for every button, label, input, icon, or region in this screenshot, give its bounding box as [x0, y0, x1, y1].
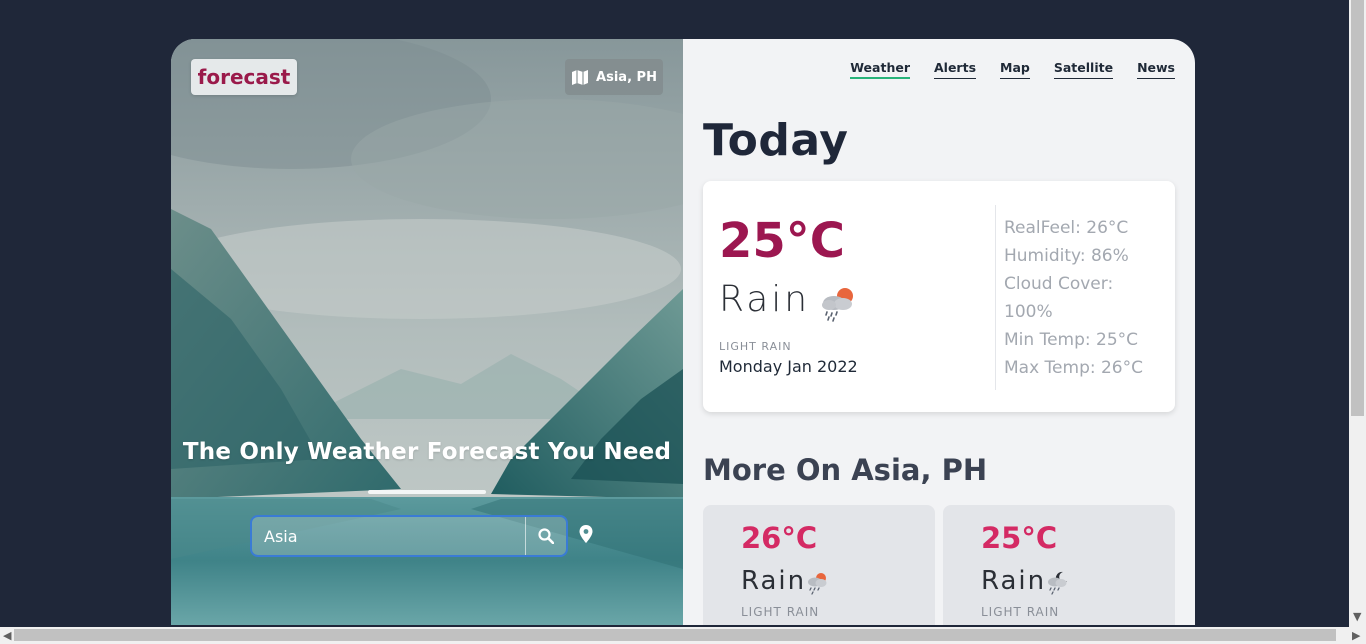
- forecast-condition: Rain: [981, 566, 1047, 596]
- scroll-down-arrow-icon[interactable]: ▼: [1353, 610, 1361, 623]
- nav-satellite[interactable]: Satellite: [1053, 60, 1114, 79]
- search-input[interactable]: [252, 517, 525, 555]
- forecast-temperature: 26°C: [741, 521, 818, 555]
- stat-min-temp: Min Temp: 25°C: [1004, 330, 1139, 350]
- vertical-scrollbar-thumb[interactable]: [1351, 0, 1364, 416]
- location-pin-icon[interactable]: [579, 525, 593, 543]
- forecast-description: LIGHT RAIN: [741, 605, 820, 619]
- card-divider: [995, 205, 996, 390]
- current-date: Monday Jan 2022: [719, 357, 858, 376]
- weather-stats: RealFeel: 26°C Humidity: 86% Cloud Cover…: [1004, 214, 1154, 382]
- stat-realfeel: RealFeel: 26°C: [1004, 218, 1129, 238]
- map-icon: [572, 69, 589, 85]
- app-window: forecast Asia, PH The Only Weather Forec…: [171, 39, 1195, 625]
- stat-max-temp: Max Temp: 26°C: [1004, 358, 1143, 378]
- forecast-card[interactable]: 25°C Rain LIGHT RAIN: [943, 505, 1175, 625]
- stat-humidity: Humidity: 86%: [1004, 246, 1129, 266]
- today-card: 25°C Rain LIGHT RAIN Monday Jan 2022 Rea…: [703, 181, 1175, 412]
- stat-cloud-cover: Cloud Cover: 100%: [1004, 274, 1114, 322]
- hero-tagline: The Only Weather Forecast You Need: [182, 439, 672, 465]
- forecast-condition: Rain: [741, 566, 807, 596]
- current-temperature: 25°C: [719, 213, 846, 269]
- location-badge[interactable]: Asia, PH: [565, 59, 663, 95]
- condition-description: LIGHT RAIN: [719, 340, 792, 353]
- forecast-description: LIGHT RAIN: [981, 605, 1060, 619]
- top-nav: Weather Alerts Map Satellite News: [850, 60, 1175, 79]
- current-condition: Rain: [719, 279, 811, 320]
- weather-panel: Weather Alerts Map Satellite News Today …: [683, 39, 1195, 625]
- rain-cloud-moon-icon: [1048, 571, 1067, 595]
- nav-weather[interactable]: Weather: [850, 60, 910, 79]
- forecast-card[interactable]: 26°C Rain LIGHT RAIN: [703, 505, 935, 625]
- hero-panel: forecast Asia, PH The Only Weather Forec…: [171, 39, 683, 625]
- rain-cloud-sun-icon: [808, 573, 827, 595]
- logo-text: forecast: [197, 65, 291, 89]
- today-title: Today: [703, 115, 849, 166]
- more-title: More On Asia, PH: [703, 453, 988, 487]
- nav-alerts[interactable]: Alerts: [934, 60, 977, 79]
- nav-news[interactable]: News: [1137, 60, 1175, 79]
- nav-map[interactable]: Map: [1000, 60, 1030, 79]
- rain-cloud-sun-icon: [822, 288, 853, 322]
- forecast-temperature: 25°C: [981, 521, 1058, 555]
- search-button[interactable]: [525, 517, 566, 555]
- scroll-right-arrow-icon[interactable]: ▶: [1352, 629, 1360, 642]
- horizontal-scrollbar-thumb[interactable]: [14, 629, 1336, 641]
- tagline-underline: [368, 490, 486, 494]
- location-badge-label: Asia, PH: [596, 69, 657, 85]
- search-box: [250, 515, 568, 557]
- search-icon: [538, 528, 554, 544]
- logo[interactable]: forecast: [191, 59, 297, 95]
- scroll-left-arrow-icon[interactable]: ◀: [3, 629, 11, 642]
